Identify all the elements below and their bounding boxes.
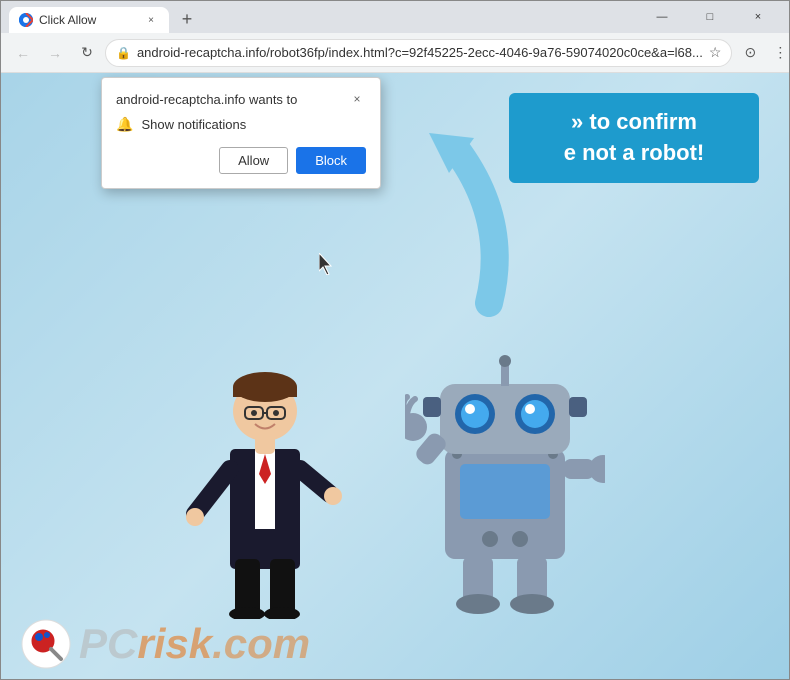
- banner-line1: » to confirm: [571, 109, 697, 134]
- pcrisk-logo-icon: [21, 619, 71, 669]
- banner-text: » to confirm e not a robot!: [509, 93, 759, 183]
- popup-header: android-recaptcha.info wants to ×: [116, 90, 366, 108]
- allow-button[interactable]: Allow: [219, 147, 288, 174]
- active-tab[interactable]: Click Allow ×: [9, 7, 169, 33]
- notification-popup: android-recaptcha.info wants to × 🔔 Show…: [101, 77, 381, 189]
- url-bar[interactable]: 🔒 android-recaptcha.info/robot36fp/index…: [105, 39, 732, 67]
- popup-buttons: Allow Block: [116, 147, 366, 174]
- popup-title: android-recaptcha.info wants to: [116, 92, 297, 107]
- forward-button[interactable]: →: [41, 39, 69, 67]
- minimize-button[interactable]: —: [639, 1, 685, 33]
- notification-row: 🔔 Show notifications: [116, 116, 366, 133]
- pcrisk-pc: PC: [79, 620, 137, 667]
- tab-favicon: [19, 13, 33, 27]
- title-bar: Click Allow × + — □ ×: [1, 1, 789, 33]
- back-button[interactable]: ←: [9, 39, 37, 67]
- toolbar-icons: ⊙ ⋮: [736, 39, 790, 67]
- pcrisk-watermark: PCrisk.com: [21, 619, 310, 669]
- new-tab-button[interactable]: +: [173, 5, 201, 33]
- url-text: android-recaptcha.info/robot36fp/index.h…: [137, 45, 703, 60]
- tab-title: Click Allow: [39, 13, 137, 27]
- account-icon[interactable]: ⊙: [736, 39, 764, 67]
- refresh-button[interactable]: ↻: [73, 39, 101, 67]
- maximize-button[interactable]: □: [687, 1, 733, 33]
- page-content: » to confirm e not a robot!: [1, 73, 789, 679]
- robot-figure: [405, 339, 605, 619]
- tab-close-button[interactable]: ×: [143, 12, 159, 28]
- popup-close-button[interactable]: ×: [348, 90, 366, 108]
- browser-window: Click Allow × + — □ × ← → ↻ 🔒 android-re…: [0, 0, 790, 680]
- window-controls: — □ ×: [639, 1, 781, 33]
- close-button[interactable]: ×: [735, 1, 781, 33]
- bell-icon: 🔔: [116, 116, 133, 133]
- block-button[interactable]: Block: [296, 147, 366, 174]
- pcrisk-text: PCrisk.com: [79, 620, 310, 668]
- lock-icon: 🔒: [116, 46, 131, 60]
- pcrisk-dotcom: .com: [212, 620, 310, 667]
- big-arrow: [399, 123, 519, 328]
- pcrisk-risk: risk: [137, 620, 212, 667]
- notification-label: Show notifications: [141, 117, 246, 132]
- person-figure: [185, 339, 345, 619]
- star-icon[interactable]: ☆: [709, 44, 722, 61]
- menu-icon[interactable]: ⋮: [766, 39, 790, 67]
- banner-line2: e not a robot!: [564, 140, 705, 165]
- address-bar: ← → ↻ 🔒 android-recaptcha.info/robot36fp…: [1, 33, 789, 73]
- tab-bar: Click Allow × +: [9, 1, 635, 33]
- characters-area: [1, 339, 789, 619]
